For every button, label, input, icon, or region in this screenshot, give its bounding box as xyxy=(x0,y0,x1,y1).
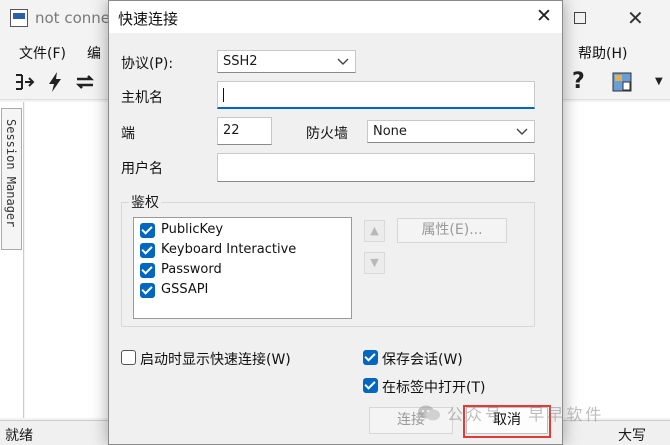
auth-item-gssapi[interactable]: GSSAPI xyxy=(140,281,340,299)
reconnect-icon[interactable] xyxy=(74,71,96,93)
app-icon xyxy=(10,9,28,27)
wechat-icon xyxy=(417,404,441,422)
port-value: 22 xyxy=(223,123,240,138)
checkbox-checked[interactable] xyxy=(140,283,155,298)
help-icon[interactable]: ? xyxy=(572,69,585,94)
app-title: not conne xyxy=(35,9,110,27)
move-down-button[interactable]: ▼ xyxy=(364,252,385,274)
username-input[interactable] xyxy=(217,153,535,182)
session-manager-label: Session Manager xyxy=(4,119,18,228)
toolbar-overflow-icon[interactable]: ▼ xyxy=(655,76,663,98)
show-on-startup-label: 启动时显示快速连接(W) xyxy=(140,352,291,368)
watermark-text: 公众号 · 早早软件 xyxy=(447,405,605,424)
move-up-button[interactable]: ▲ xyxy=(364,220,385,242)
auth-item-label: GSSAPI xyxy=(161,282,209,297)
hostname-label: 主机名 xyxy=(121,90,163,106)
auth-item-keyboard-interactive[interactable]: Keyboard Interactive xyxy=(140,241,340,259)
firewall-label: 防火墙 xyxy=(306,126,348,142)
firewall-value: None xyxy=(373,124,407,139)
side-panel: Session Manager xyxy=(0,102,24,418)
chevron-down-icon xyxy=(516,121,528,149)
auth-method-list[interactable]: PublicKey Keyboard Interactive Password … xyxy=(133,217,352,319)
menu-file[interactable]: 文件(F) xyxy=(19,43,66,63)
session-tree-icon[interactable] xyxy=(13,71,35,93)
menu-edit[interactable]: 编 xyxy=(87,43,101,63)
auth-item-password[interactable]: Password xyxy=(140,261,340,279)
save-session-label: 保存会话(W) xyxy=(382,352,463,368)
auth-legend: 鉴权 xyxy=(129,192,161,212)
username-label: 用户名 xyxy=(121,161,163,177)
checkbox-unchecked[interactable] xyxy=(121,350,136,365)
session-manager-tab[interactable]: Session Manager xyxy=(1,108,22,250)
text-caret xyxy=(223,87,224,102)
properties-button[interactable]: 属性(E)... xyxy=(397,218,507,243)
quick-connect-icon[interactable] xyxy=(47,71,63,93)
chevron-down-icon xyxy=(337,51,349,79)
firewall-select[interactable]: None xyxy=(367,120,535,143)
keymap-icon[interactable] xyxy=(611,71,635,93)
maximize-icon[interactable] xyxy=(574,12,586,24)
port-label: 端 xyxy=(121,126,135,142)
auth-item-label: PublicKey xyxy=(161,222,224,237)
checkbox-checked[interactable] xyxy=(140,223,155,238)
auth-item-publickey[interactable]: PublicKey xyxy=(140,221,340,239)
port-input[interactable]: 22 xyxy=(217,117,272,145)
auth-item-label: Password xyxy=(161,262,222,277)
protocol-label: 协议(P): xyxy=(121,56,174,72)
checkbox-checked[interactable] xyxy=(363,350,378,365)
dialog-close-icon[interactable]: ✕ xyxy=(533,4,555,28)
protocol-value: SSH2 xyxy=(223,54,258,69)
dialog-titlebar: 快速连接 ✕ xyxy=(109,1,562,33)
open-in-tab-label: 在标签中打开(T) xyxy=(382,380,486,396)
app-close-icon[interactable]: ✕ xyxy=(627,6,644,30)
checkbox-checked[interactable] xyxy=(363,378,378,393)
protocol-select[interactable]: SSH2 xyxy=(217,50,356,73)
dialog-title: 快速连接 xyxy=(118,10,179,28)
auth-item-label: Keyboard Interactive xyxy=(161,242,297,257)
checkbox-checked[interactable] xyxy=(140,243,155,258)
quick-connect-dialog: 快速连接 ✕ 协议(P): SSH2 主机名 端 22 防火墙 None 用户名… xyxy=(108,0,563,445)
menu-help[interactable]: 帮助(H) xyxy=(578,43,627,63)
status-text: 就绪 xyxy=(5,428,33,444)
caps-indicator: 大写 xyxy=(618,428,646,444)
hostname-input[interactable] xyxy=(217,81,535,109)
checkbox-checked[interactable] xyxy=(140,263,155,278)
